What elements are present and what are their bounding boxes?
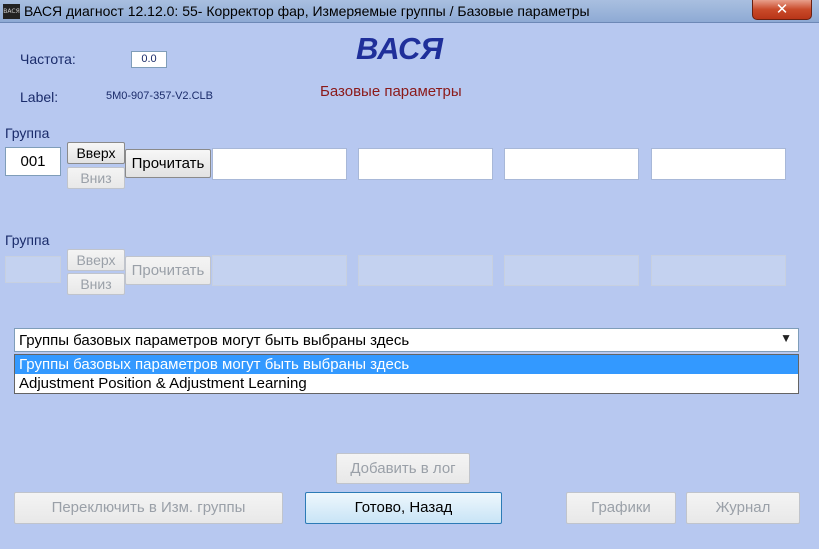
group2-up-button[interactable]: Вверх bbox=[67, 249, 125, 271]
close-icon: ✕ bbox=[775, 0, 789, 18]
brand-title: ВАСЯ bbox=[356, 31, 444, 66]
group1-label: Группа bbox=[5, 125, 50, 141]
group2-field-1 bbox=[212, 255, 347, 286]
group1-field-3 bbox=[504, 148, 639, 180]
group1-field-2 bbox=[358, 148, 493, 180]
group2-label: Группа bbox=[5, 232, 50, 248]
select-value: Группы базовых параметров могут быть выб… bbox=[19, 332, 410, 349]
select-option-1[interactable]: Группы базовых параметров могут быть выб… bbox=[15, 355, 798, 374]
freq-label: Частота: bbox=[20, 51, 76, 67]
freq-value: 0.0 bbox=[131, 51, 167, 68]
group2-field-2 bbox=[358, 255, 493, 286]
select-option-2[interactable]: Adjustment Position & Adjustment Learnin… bbox=[15, 374, 798, 393]
page-subtitle: Базовые параметры bbox=[320, 83, 462, 100]
graphs-button[interactable]: Графики bbox=[566, 492, 676, 524]
group2-read-button[interactable]: Прочитать bbox=[125, 256, 211, 285]
label-value: 5M0-907-357-V2.CLB bbox=[106, 90, 214, 102]
switch-to-measure-groups-button[interactable]: Переключить в Изм. группы bbox=[14, 492, 283, 524]
group2-field-4 bbox=[651, 255, 786, 286]
group2-field-3 bbox=[504, 255, 639, 286]
group1-read-button[interactable]: Прочитать bbox=[125, 149, 211, 178]
journal-button[interactable]: Журнал bbox=[686, 492, 800, 524]
group2-input[interactable] bbox=[5, 256, 61, 283]
add-to-log-button[interactable]: Добавить в лог bbox=[336, 453, 470, 484]
main-panel: Частота: 0.0 Label: 5M0-907-357-V2.CLB В… bbox=[0, 23, 819, 549]
done-back-button[interactable]: Готово, Назад bbox=[305, 492, 502, 524]
title-bar: ВАСЯ ВАСЯ диагност 12.12.0: 55- Корректо… bbox=[0, 0, 819, 23]
group1-field-4 bbox=[651, 148, 786, 180]
close-button[interactable]: ✕ bbox=[752, 0, 812, 20]
chevron-down-icon[interactable]: ▼ bbox=[780, 331, 792, 345]
app-icon: ВАСЯ bbox=[3, 4, 20, 19]
group1-field-1 bbox=[212, 148, 347, 180]
group1-down-button[interactable]: Вниз bbox=[67, 167, 125, 189]
window-title: ВАСЯ диагност 12.12.0: 55- Корректор фар… bbox=[24, 3, 590, 19]
group1-input[interactable]: 001 bbox=[5, 147, 61, 176]
basic-group-select[interactable]: Группы базовых параметров могут быть выб… bbox=[14, 328, 799, 352]
group2-down-button[interactable]: Вниз bbox=[67, 273, 125, 295]
group1-up-button[interactable]: Вверх bbox=[67, 142, 125, 164]
label-label: Label: bbox=[20, 89, 59, 105]
select-dropdown-list: Группы базовых параметров могут быть выб… bbox=[14, 354, 799, 394]
